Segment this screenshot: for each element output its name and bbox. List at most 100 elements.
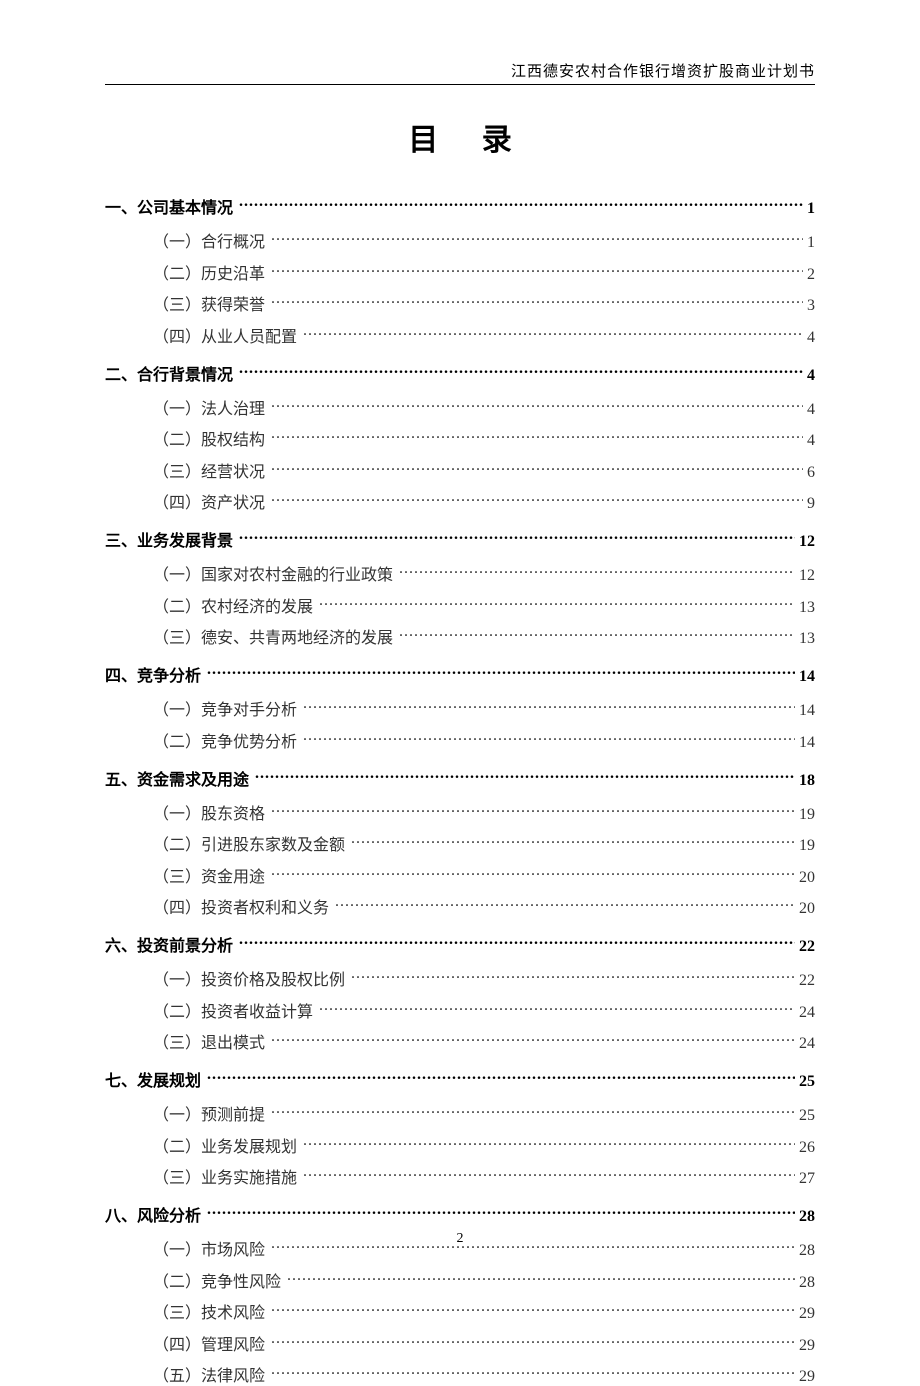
toc-sub-page: 29 bbox=[799, 1337, 815, 1355]
toc-sub-label: （五）法律风险 bbox=[153, 1362, 265, 1386]
toc-leader-dots bbox=[255, 769, 795, 785]
toc-leader-dots bbox=[399, 627, 795, 643]
table-of-contents: 一、公司基本情况1（一）合行概况1（二）历史沿革2（三）获得荣誉3（四）从业人员… bbox=[105, 194, 815, 1386]
toc-sub-row: （三）业务实施措施 27 bbox=[105, 1164, 815, 1188]
toc-section-label: 八、风险分析 bbox=[105, 1202, 201, 1226]
toc-section-row: 四、竞争分析 14 bbox=[105, 662, 815, 686]
toc-sub-page: 13 bbox=[799, 630, 815, 648]
document-page: 江西德安农村合作银行增资扩股商业计划书 目 录 一、公司基本情况1（一）合行概况… bbox=[0, 0, 920, 1302]
toc-leader-dots bbox=[303, 326, 803, 342]
toc-sub-label: （一）投资价格及股权比例 bbox=[153, 966, 345, 990]
toc-section-label: 五、资金需求及用途 bbox=[105, 766, 249, 790]
toc-sub-page: 6 bbox=[807, 464, 815, 482]
toc-leader-dots bbox=[207, 1070, 795, 1086]
toc-sub-label: （四）资产状况 bbox=[153, 489, 265, 513]
toc-sub-page: 1 bbox=[807, 234, 815, 252]
toc-sub-label: （二）竞争性风险 bbox=[153, 1268, 281, 1292]
toc-leader-dots bbox=[303, 1136, 795, 1152]
toc-sub-page: 20 bbox=[799, 900, 815, 918]
toc-sub-row: （三）技术风险29 bbox=[105, 1299, 815, 1323]
toc-section-label: 六、投资前景分析 bbox=[105, 932, 233, 956]
toc-leader-dots bbox=[303, 1167, 795, 1183]
toc-leader-dots bbox=[271, 1302, 795, 1318]
toc-sub-page: 29 bbox=[799, 1305, 815, 1323]
toc-leader-dots bbox=[271, 231, 803, 247]
toc-section-page: 25 bbox=[799, 1073, 815, 1091]
toc-section-page: 28 bbox=[799, 1208, 815, 1226]
toc-leader-dots bbox=[351, 834, 795, 850]
toc-sub-row: （一）投资价格及股权比例 22 bbox=[105, 966, 815, 990]
toc-sub-label: （三）退出模式 bbox=[153, 1029, 265, 1053]
toc-section-page: 18 bbox=[799, 772, 815, 790]
toc-sub-row: （一）竞争对手分析14 bbox=[105, 696, 815, 720]
toc-sub-page: 4 bbox=[807, 432, 815, 450]
toc-sub-row: （二）业务发展规划26 bbox=[105, 1133, 815, 1157]
toc-sub-label: （一）预测前提 bbox=[153, 1101, 265, 1125]
toc-sub-page: 27 bbox=[799, 1170, 815, 1188]
toc-sub-page: 25 bbox=[799, 1107, 815, 1125]
toc-sub-row: （四）从业人员配置4 bbox=[105, 323, 815, 347]
toc-leader-dots bbox=[271, 294, 803, 310]
toc-leader-dots bbox=[303, 731, 795, 747]
toc-sub-row: （二）竞争性风险28 bbox=[105, 1268, 815, 1292]
toc-sub-page: 29 bbox=[799, 1368, 815, 1386]
toc-sub-label: （三）业务实施措施 bbox=[153, 1164, 297, 1188]
toc-leader-dots bbox=[271, 492, 803, 508]
toc-sub-row: （三）获得荣誉 3 bbox=[105, 291, 815, 315]
toc-leader-dots bbox=[271, 866, 795, 882]
toc-leader-dots bbox=[303, 699, 795, 715]
toc-leader-dots bbox=[207, 665, 795, 681]
toc-sub-page: 12 bbox=[799, 567, 815, 585]
toc-sub-page: 20 bbox=[799, 869, 815, 887]
toc-sub-row: （二）引进股东家数及金额19 bbox=[105, 831, 815, 855]
toc-sub-label: （二）业务发展规划 bbox=[153, 1133, 297, 1157]
toc-leader-dots bbox=[207, 1205, 795, 1221]
toc-leader-dots bbox=[239, 197, 803, 213]
toc-section-label: 三、业务发展背景 bbox=[105, 527, 233, 551]
toc-sub-page: 13 bbox=[799, 599, 815, 617]
toc-sub-label: （三）经营状况 bbox=[153, 458, 265, 482]
toc-leader-dots bbox=[399, 564, 795, 580]
toc-section-row: 二、合行背景情况4 bbox=[105, 361, 815, 385]
toc-sub-label: （三）德安、共青两地经济的发展 bbox=[153, 624, 393, 648]
toc-sub-label: （四）投资者权利和义务 bbox=[153, 894, 329, 918]
toc-sub-page: 24 bbox=[799, 1035, 815, 1053]
toc-leader-dots bbox=[335, 897, 795, 913]
toc-sub-page: 22 bbox=[799, 972, 815, 990]
toc-leader-dots bbox=[271, 803, 795, 819]
page-number: 2 bbox=[0, 1231, 920, 1247]
toc-section-label: 四、竞争分析 bbox=[105, 662, 201, 686]
toc-sub-row: （二）股权结构4 bbox=[105, 426, 815, 450]
toc-sub-page: 14 bbox=[799, 734, 815, 752]
toc-sub-row: （二）农村经济的发展 13 bbox=[105, 593, 815, 617]
toc-leader-dots bbox=[319, 596, 795, 612]
toc-section-page: 4 bbox=[807, 367, 815, 385]
toc-sub-label: （二）农村经济的发展 bbox=[153, 593, 313, 617]
toc-leader-dots bbox=[271, 461, 803, 477]
toc-leader-dots bbox=[239, 935, 795, 951]
toc-sub-label: （二）历史沿革 bbox=[153, 260, 265, 284]
toc-leader-dots bbox=[271, 1032, 795, 1048]
toc-leader-dots bbox=[271, 398, 803, 414]
toc-sub-row: （一）法人治理4 bbox=[105, 395, 815, 419]
toc-sub-row: （一）股东资格19 bbox=[105, 800, 815, 824]
toc-section-row: 六、投资前景分析 22 bbox=[105, 932, 815, 956]
toc-sub-page: 14 bbox=[799, 702, 815, 720]
toc-sub-page: 9 bbox=[807, 495, 815, 513]
toc-section-page: 22 bbox=[799, 938, 815, 956]
toc-sub-row: （五）法律风险 29 bbox=[105, 1362, 815, 1386]
toc-sub-label: （三）获得荣誉 bbox=[153, 291, 265, 315]
toc-leader-dots bbox=[319, 1001, 795, 1017]
toc-sub-row: （三）经营状况 6 bbox=[105, 458, 815, 482]
toc-sub-row: （三）退出模式 24 bbox=[105, 1029, 815, 1053]
toc-section-page: 1 bbox=[807, 200, 815, 218]
toc-sub-label: （二）投资者收益计算 bbox=[153, 998, 313, 1022]
toc-section-row: 一、公司基本情况1 bbox=[105, 194, 815, 218]
toc-section-row: 五、资金需求及用途 18 bbox=[105, 766, 815, 790]
toc-sub-page: 3 bbox=[807, 297, 815, 315]
toc-sub-label: （一）股东资格 bbox=[153, 800, 265, 824]
toc-leader-dots bbox=[271, 1104, 795, 1120]
toc-leader-dots bbox=[271, 1334, 795, 1350]
toc-leader-dots bbox=[239, 530, 795, 546]
toc-section-page: 14 bbox=[799, 668, 815, 686]
